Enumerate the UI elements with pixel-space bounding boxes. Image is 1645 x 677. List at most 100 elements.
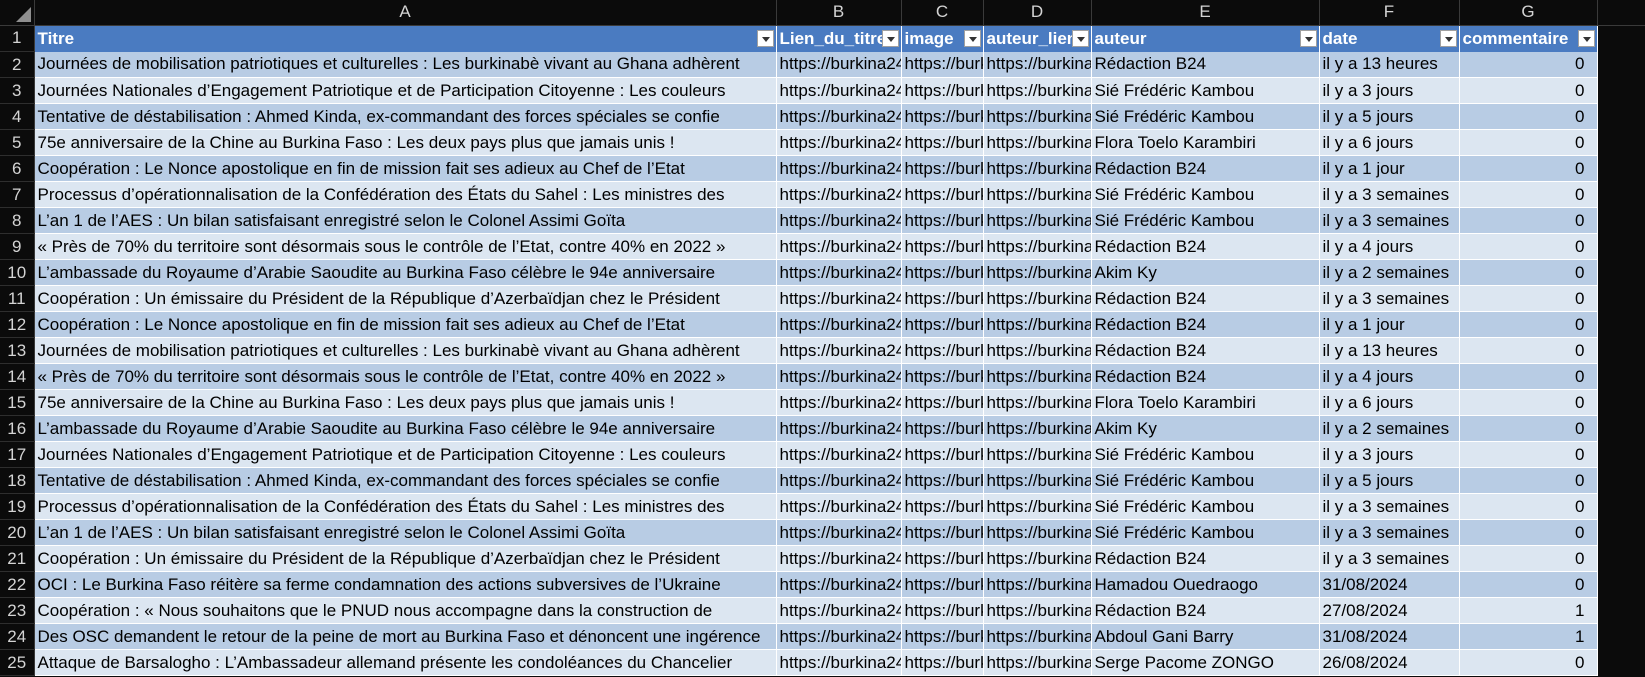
cell-a[interactable]: « Près de 70% du territoire sont désorma…: [34, 233, 777, 260]
empty-cell[interactable]: [1597, 285, 1645, 312]
cell-e[interactable]: Sié Frédéric Kambou: [1091, 181, 1320, 208]
cell-c[interactable]: https://burkina24.com: [901, 103, 984, 130]
cell-e[interactable]: Rédaction B24: [1091, 363, 1320, 390]
cell-a[interactable]: Journées de mobilisation patriotiques et…: [34, 337, 777, 364]
cell-b[interactable]: https://burkina24.com: [776, 571, 902, 598]
empty-cell[interactable]: [1597, 233, 1645, 260]
cell-f[interactable]: il y a 3 semaines: [1319, 519, 1460, 546]
cell-c[interactable]: https://burkina24.com: [901, 337, 984, 364]
cell-b[interactable]: https://burkina24.com: [776, 467, 902, 494]
cell-b[interactable]: https://burkina24.com: [776, 493, 902, 520]
cell-d[interactable]: https://burkina24.com: [983, 233, 1092, 260]
cell-a[interactable]: Des OSC demandent le retour de la peine …: [34, 623, 777, 650]
cell-f[interactable]: il y a 13 heures: [1319, 51, 1460, 78]
column-header-b[interactable]: B: [776, 0, 902, 26]
cell-a[interactable]: Attaque de Barsalogho : L’Ambassadeur al…: [34, 649, 777, 676]
cell-d[interactable]: https://burkina24.com: [983, 441, 1092, 468]
cell-f[interactable]: il y a 4 jours: [1319, 363, 1460, 390]
cell-a[interactable]: Coopération : Un émissaire du Président …: [34, 545, 777, 572]
cell-e[interactable]: Rédaction B24: [1091, 155, 1320, 182]
cell-d[interactable]: https://burkina24.com: [983, 571, 1092, 598]
header-cell-c[interactable]: image: [901, 25, 984, 52]
empty-cell[interactable]: [1597, 441, 1645, 468]
cell-a[interactable]: Tentative de déstabilisation : Ahmed Kin…: [34, 103, 777, 130]
cell-d[interactable]: https://burkina24.com: [983, 467, 1092, 494]
header-cell-a[interactable]: Titre: [34, 25, 777, 52]
empty-cell[interactable]: [1597, 623, 1645, 650]
row-number[interactable]: 12: [0, 311, 35, 338]
column-header-g[interactable]: G: [1459, 0, 1598, 26]
header-cell-g[interactable]: commentaire: [1459, 25, 1598, 52]
cell-g[interactable]: 0: [1459, 311, 1598, 338]
empty-cell[interactable]: [1597, 467, 1645, 494]
cell-f[interactable]: il y a 3 semaines: [1319, 181, 1460, 208]
cell-b[interactable]: https://burkina24.com: [776, 597, 902, 624]
empty-cell[interactable]: [1597, 181, 1645, 208]
cell-e[interactable]: Akim Ky: [1091, 415, 1320, 442]
cell-g[interactable]: 1: [1459, 597, 1598, 624]
cell-c[interactable]: https://burkina24.com: [901, 233, 984, 260]
cell-g[interactable]: 0: [1459, 571, 1598, 598]
cell-c[interactable]: https://burkina24.com: [901, 181, 984, 208]
cell-e[interactable]: Rédaction B24: [1091, 51, 1320, 78]
cell-c[interactable]: https://burkina24.com: [901, 77, 984, 104]
cell-b[interactable]: https://burkina24.com: [776, 649, 902, 676]
cell-e[interactable]: Sié Frédéric Kambou: [1091, 441, 1320, 468]
cell-f[interactable]: 27/08/2024: [1319, 597, 1460, 624]
row-number[interactable]: 22: [0, 571, 35, 598]
cell-b[interactable]: https://burkina24.com: [776, 337, 902, 364]
filter-dropdown-icon[interactable]: [1439, 29, 1457, 47]
cell-c[interactable]: https://burkina24.com: [901, 597, 984, 624]
cell-b[interactable]: https://burkina24.com: [776, 77, 902, 104]
cell-d[interactable]: https://burkina24.com: [983, 363, 1092, 390]
cell-f[interactable]: il y a 5 jours: [1319, 103, 1460, 130]
cell-d[interactable]: https://burkina24.com: [983, 51, 1092, 78]
cell-f[interactable]: il y a 4 jours: [1319, 233, 1460, 260]
cell-c[interactable]: https://burkina24.com: [901, 363, 984, 390]
row-number[interactable]: 20: [0, 519, 35, 546]
empty-cell[interactable]: [1597, 51, 1645, 78]
row-number[interactable]: 13: [0, 337, 35, 364]
row-number[interactable]: 21: [0, 545, 35, 572]
cell-b[interactable]: https://burkina24.com: [776, 155, 902, 182]
row-number[interactable]: 15: [0, 389, 35, 416]
cell-a[interactable]: L’ambassade du Royaume d’Arabie Saoudite…: [34, 415, 777, 442]
row-number[interactable]: 7: [0, 181, 35, 208]
cell-e[interactable]: Rédaction B24: [1091, 597, 1320, 624]
cell-f[interactable]: 31/08/2024: [1319, 571, 1460, 598]
header-cell-d[interactable]: auteur_lien: [983, 25, 1092, 52]
row-number[interactable]: 24: [0, 623, 35, 650]
cell-b[interactable]: https://burkina24.com: [776, 103, 902, 130]
filter-dropdown-icon[interactable]: [756, 29, 774, 47]
cell-c[interactable]: https://burkina24.com: [901, 493, 984, 520]
cell-c[interactable]: https://burkina24.com: [901, 285, 984, 312]
cell-e[interactable]: Rédaction B24: [1091, 233, 1320, 260]
cell-g[interactable]: 0: [1459, 181, 1598, 208]
row-number[interactable]: 5: [0, 129, 35, 156]
cell-g[interactable]: 0: [1459, 259, 1598, 286]
cell-d[interactable]: https://burkina24.com: [983, 597, 1092, 624]
empty-cell[interactable]: [1597, 519, 1645, 546]
cell-c[interactable]: https://burkina24.com: [901, 545, 984, 572]
cell-d[interactable]: https://burkina24.com: [983, 389, 1092, 416]
cell-d[interactable]: https://burkina24.com: [983, 77, 1092, 104]
cell-d[interactable]: https://burkina24.com: [983, 415, 1092, 442]
cell-g[interactable]: 0: [1459, 103, 1598, 130]
cell-c[interactable]: https://burkina24.com: [901, 311, 984, 338]
cell-d[interactable]: https://burkina24.com: [983, 623, 1092, 650]
cell-b[interactable]: https://burkina24.com: [776, 441, 902, 468]
empty-cell[interactable]: [1597, 77, 1645, 104]
row-number[interactable]: 3: [0, 77, 35, 104]
cell-b[interactable]: https://burkina24.com: [776, 519, 902, 546]
empty-cell[interactable]: [1597, 493, 1645, 520]
cell-g[interactable]: 0: [1459, 207, 1598, 234]
cell-e[interactable]: Rédaction B24: [1091, 545, 1320, 572]
cell-g[interactable]: 0: [1459, 51, 1598, 78]
cell-c[interactable]: https://burkina24.com: [901, 389, 984, 416]
cell-d[interactable]: https://burkina24.com: [983, 519, 1092, 546]
empty-cell[interactable]: [1597, 155, 1645, 182]
cell-a[interactable]: Coopération : Le Nonce apostolique en fi…: [34, 311, 777, 338]
cell-e[interactable]: Sié Frédéric Kambou: [1091, 467, 1320, 494]
row-number[interactable]: 25: [0, 649, 35, 676]
cell-c[interactable]: https://burkina24.com: [901, 51, 984, 78]
